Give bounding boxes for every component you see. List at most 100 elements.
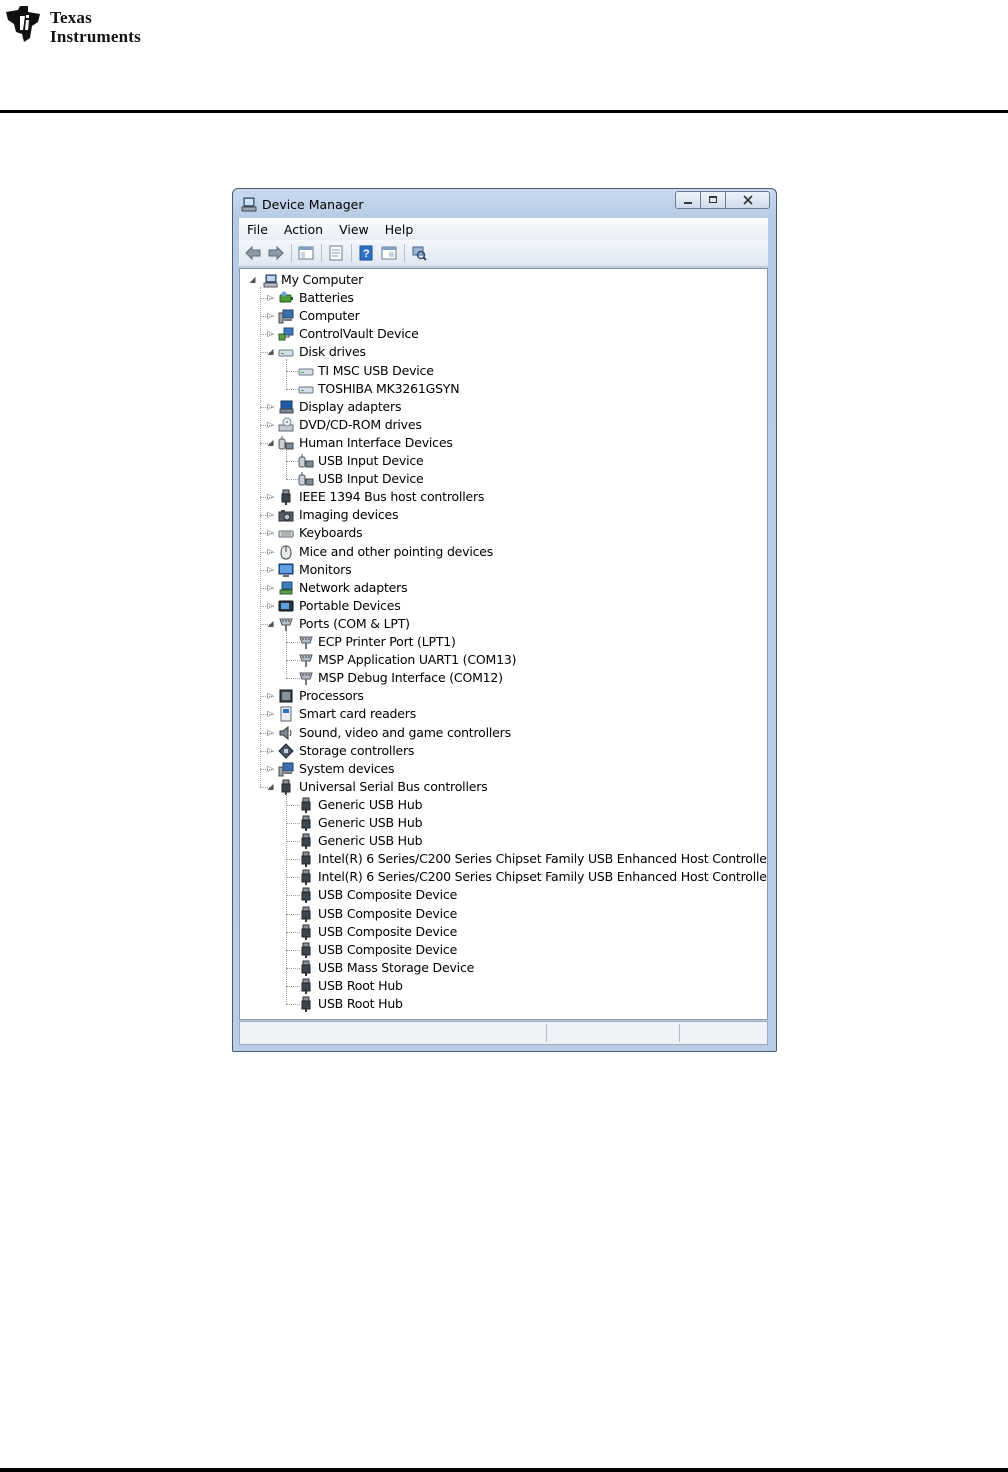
tree-category[interactable]: ▷ Processors bbox=[240, 687, 760, 705]
tree-category[interactable]: ▷ DVD/CD-ROM drives bbox=[240, 416, 760, 434]
tree-device[interactable]: ECP Printer Port (LPT1) bbox=[240, 633, 760, 651]
tree-device[interactable]: Intel(R) 6 Series/C200 Series Chipset Fa… bbox=[240, 850, 767, 868]
tree-category[interactable]: ◢ Disk drives bbox=[240, 343, 760, 361]
back-button[interactable] bbox=[243, 243, 263, 263]
expand-icon[interactable]: ▷ bbox=[266, 420, 275, 429]
tree-category[interactable]: ◢ Ports (COM & LPT) bbox=[240, 615, 760, 633]
tree-category-label: Processors bbox=[299, 688, 364, 704]
tree-connector bbox=[286, 449, 287, 480]
properties-button[interactable] bbox=[326, 243, 346, 263]
expand-icon[interactable]: ▷ bbox=[266, 583, 275, 592]
expand-icon[interactable]: ▷ bbox=[266, 293, 275, 302]
menu-help[interactable]: Help bbox=[377, 222, 422, 237]
tree-category-label: Storage controllers bbox=[299, 742, 415, 758]
close-button[interactable] bbox=[726, 191, 770, 209]
tree-device[interactable]: USB Root Hub bbox=[240, 977, 760, 995]
scan-hardware-button[interactable] bbox=[409, 243, 429, 263]
menu-action[interactable]: Action bbox=[276, 222, 331, 237]
collapse-icon[interactable]: ◢ bbox=[266, 438, 275, 447]
tree-category[interactable]: ◢ Universal Serial Bus controllers bbox=[240, 778, 760, 796]
tree-category[interactable]: ▷ Imaging devices bbox=[240, 506, 760, 524]
processor-icon bbox=[279, 689, 293, 703]
menu-view[interactable]: View bbox=[331, 222, 377, 237]
tree-category[interactable]: ▷ Storage controllers bbox=[240, 742, 760, 760]
tree-device[interactable]: USB Input Device bbox=[240, 452, 760, 470]
collapse-icon[interactable]: ◢ bbox=[266, 347, 275, 356]
collapse-icon[interactable]: ◢ bbox=[266, 619, 275, 628]
usb-plug-icon bbox=[301, 978, 311, 994]
tree-category[interactable]: ▷ Network adapters bbox=[240, 579, 760, 597]
collapse-icon[interactable]: ◢ bbox=[266, 782, 275, 791]
show-hide-tree-button[interactable] bbox=[296, 243, 316, 263]
expand-icon[interactable]: ▷ bbox=[266, 728, 275, 737]
expand-icon[interactable]: ▷ bbox=[266, 565, 275, 574]
tree-category[interactable]: ▷ Smart card readers bbox=[240, 705, 760, 723]
tree-category-label: Computer bbox=[299, 308, 360, 324]
disk-drive-icon bbox=[298, 368, 314, 375]
computer-icon bbox=[278, 309, 294, 324]
tree-device[interactable]: Generic USB Hub bbox=[240, 796, 760, 814]
tree-device[interactable]: USB Mass Storage Device bbox=[240, 959, 760, 977]
tree-category[interactable]: ▷ Monitors bbox=[240, 561, 760, 579]
minimize-button[interactable] bbox=[675, 191, 701, 209]
expand-icon[interactable]: ▷ bbox=[266, 528, 275, 537]
expand-icon[interactable]: ▷ bbox=[266, 691, 275, 700]
usb-plug-icon bbox=[301, 851, 311, 868]
update-driver-button[interactable] bbox=[379, 243, 399, 263]
tree-device[interactable]: USB Root Hub bbox=[240, 995, 760, 1013]
expand-icon[interactable]: ▷ bbox=[266, 510, 275, 519]
mouse-icon bbox=[280, 544, 292, 560]
tree-device[interactable]: USB Composite Device bbox=[240, 905, 760, 923]
tree-device[interactable]: Generic USB Hub bbox=[240, 814, 760, 832]
menu-file[interactable]: File bbox=[239, 222, 276, 237]
tree-category[interactable]: ▷ Display adapters bbox=[240, 398, 760, 416]
tree-device-label: USB Composite Device bbox=[318, 905, 458, 921]
tree-device[interactable]: Generic USB Hub bbox=[240, 832, 760, 850]
maximize-button[interactable] bbox=[701, 191, 726, 209]
tree-category[interactable]: ▷ Batteries bbox=[240, 289, 760, 307]
tree-device[interactable]: USB Composite Device bbox=[240, 886, 760, 904]
tree-category[interactable]: ▷ Keyboards bbox=[240, 524, 760, 542]
close-icon bbox=[742, 195, 753, 205]
window-title: Device Manager bbox=[262, 197, 364, 212]
collapse-icon[interactable]: ◢ bbox=[248, 275, 257, 284]
tree-category[interactable]: ▷ Computer bbox=[240, 307, 760, 325]
forward-button[interactable] bbox=[266, 243, 286, 263]
expand-icon[interactable]: ▷ bbox=[266, 601, 275, 610]
tree-device[interactable]: TI MSC USB Device bbox=[240, 362, 760, 380]
tree-device[interactable]: Intel(R) 6 Series/C200 Series Chipset Fa… bbox=[240, 868, 767, 886]
tree-category[interactable]: ▷ System devices bbox=[240, 760, 760, 778]
expand-icon[interactable]: ▷ bbox=[266, 311, 275, 320]
menu-bar: File Action View Help bbox=[239, 218, 768, 240]
tree-category[interactable]: ▷ Mice and other pointing devices bbox=[240, 543, 760, 561]
expand-icon[interactable]: ▷ bbox=[266, 709, 275, 718]
title-bar[interactable]: Device Manager bbox=[233, 189, 776, 217]
tree-category[interactable]: ◢ Human Interface Devices bbox=[240, 434, 760, 452]
tree-node-root[interactable]: ◢ My Computer bbox=[240, 271, 760, 289]
expand-icon[interactable]: ▷ bbox=[266, 547, 275, 556]
usb-plug-icon bbox=[301, 996, 311, 1012]
tree-category[interactable]: ▷ IEEE 1394 Bus host controllers bbox=[240, 488, 760, 506]
brand-line-1: Texas bbox=[50, 8, 92, 27]
tree-device[interactable]: TOSHIBA MK3261GSYN bbox=[240, 380, 760, 398]
expand-icon[interactable]: ▷ bbox=[266, 746, 275, 755]
tree-category[interactable]: ▷ Sound, video and game controllers bbox=[240, 724, 760, 742]
ti-map-logo-icon bbox=[6, 6, 40, 42]
header-rule bbox=[0, 110, 1008, 113]
expand-icon[interactable]: ▷ bbox=[266, 764, 275, 773]
status-separator bbox=[679, 1024, 680, 1042]
tree-device[interactable]: MSP Application UART1 (COM13) bbox=[240, 651, 760, 669]
status-bar bbox=[239, 1021, 768, 1045]
tree-device[interactable]: USB Input Device bbox=[240, 470, 760, 488]
tree-category[interactable]: ▷ Portable Devices bbox=[240, 597, 760, 615]
usb-plug-icon bbox=[281, 779, 291, 795]
help-button[interactable]: ? bbox=[356, 243, 376, 263]
back-icon bbox=[245, 246, 261, 260]
tree-category[interactable]: ▷ ControlVault Device bbox=[240, 325, 760, 343]
expand-icon[interactable]: ▷ bbox=[266, 492, 275, 501]
tree-device[interactable]: MSP Debug Interface (COM12) bbox=[240, 669, 760, 687]
expand-icon[interactable]: ▷ bbox=[266, 402, 275, 411]
tree-device[interactable]: USB Composite Device bbox=[240, 923, 760, 941]
tree-device[interactable]: USB Composite Device bbox=[240, 941, 760, 959]
expand-icon[interactable]: ▷ bbox=[266, 329, 275, 338]
